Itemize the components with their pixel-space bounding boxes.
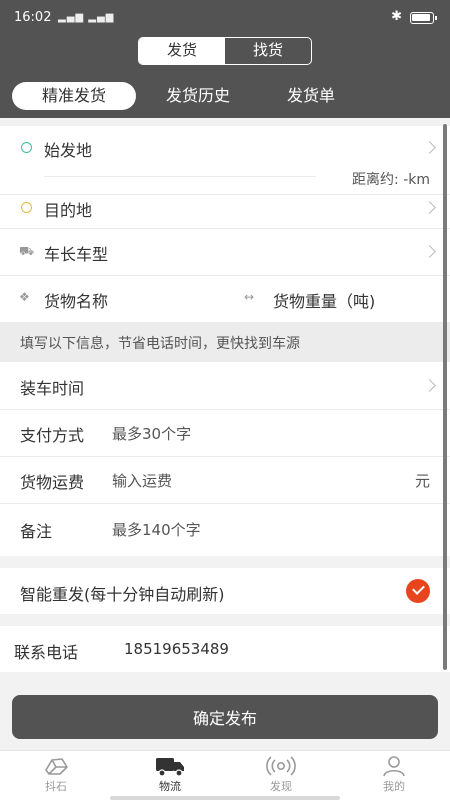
bluetooth-icon: ✱	[391, 9, 402, 24]
box-icon: ❖	[19, 290, 30, 304]
nav-label: 物流	[159, 780, 181, 793]
remark-input[interactable]: 最多140个字	[112, 519, 201, 540]
vehicle-label: 车长车型	[44, 245, 109, 264]
vehicle-row[interactable]: ⛟ 车长车型	[0, 228, 450, 275]
user-icon	[383, 756, 405, 777]
home-indicator	[110, 796, 340, 800]
freight-row: 货物运费 输入运费 元	[0, 456, 450, 503]
broadcast-icon	[266, 756, 296, 776]
hint-bar: 填写以下信息，节省电话时间，更快找到车源	[0, 322, 450, 362]
nav-label: 抖石	[45, 780, 67, 793]
destination-dot-icon	[21, 202, 32, 213]
distance-text: 距离约: -km	[352, 172, 430, 188]
segment-send-goods[interactable]: 发货	[139, 38, 225, 64]
checkbox-checked-icon[interactable]	[406, 579, 430, 603]
nav-item-discover[interactable]: 发现	[241, 755, 321, 794]
cargo-weight-field[interactable]: 货物重量（吨)	[273, 288, 375, 312]
nav-item-mine[interactable]: 我的	[354, 755, 434, 794]
confirm-publish-button[interactable]: 确定发布	[12, 695, 438, 739]
tab-precise-send[interactable]: 精准发货	[12, 82, 136, 110]
remark-label: 备注	[20, 522, 53, 541]
contact-label: 联系电话	[14, 643, 79, 662]
destination-label: 目的地	[44, 201, 93, 220]
header: 16:02 ▂▄▆ ▂▄▆ ✱ 发货 找货 精准发货 发货历史 发货单	[0, 0, 450, 118]
extra-info-card: 装车时间 支付方式 最多30个字 货物运费 输入运费 元 备注 最多140个字	[0, 362, 450, 556]
chevron-right-icon	[423, 379, 436, 392]
smart-repost-card: 智能重发(每十分钟自动刷新)	[0, 568, 450, 614]
cargo-name-field[interactable]: 货物名称	[44, 288, 108, 312]
origin-dot-icon	[21, 142, 32, 153]
contact-phone-input[interactable]: 18519653489	[124, 640, 229, 658]
destination-row[interactable]: 目的地	[0, 194, 450, 228]
nav-label: 我的	[383, 780, 405, 793]
chevron-right-icon	[423, 201, 436, 214]
remark-row: 备注 最多140个字	[0, 503, 450, 556]
contact-card: 联系电话 18519653489	[0, 626, 450, 672]
stone-icon	[45, 758, 68, 775]
tab-send-history[interactable]: 发货历史	[148, 82, 248, 110]
chevron-right-icon	[423, 245, 436, 258]
smart-repost-label: 智能重发(每十分钟自动刷新)	[20, 585, 225, 604]
freight-input[interactable]: 输入运费	[112, 470, 172, 491]
scrollbar[interactable]	[443, 124, 447, 670]
bottom-nav: 抖石 物流 发现 我的	[0, 750, 450, 800]
weight-icon: ↔	[244, 290, 255, 304]
load-time-label: 装车时间	[20, 379, 85, 398]
status-bar: 16:02 ▂▄▆ ▂▄▆ ✱	[0, 0, 450, 36]
battery-icon	[410, 12, 437, 24]
status-time: 16:02	[14, 10, 52, 25]
signal-icon: ▂▄▆ ▂▄▆	[58, 12, 115, 23]
payment-label: 支付方式	[20, 426, 85, 445]
truck-icon	[156, 758, 184, 777]
tab-waybill[interactable]: 发货单	[268, 82, 354, 110]
sub-tabs: 精准发货 发货历史 发货单	[0, 80, 450, 112]
truck-icon: ⛟	[19, 244, 35, 258]
payment-input[interactable]: 最多30个字	[112, 423, 191, 444]
hint-text: 填写以下信息，节省电话时间，更快找到车源	[20, 336, 300, 352]
nav-item-logistics[interactable]: 物流	[130, 755, 210, 794]
mode-segment: 发货 找货	[138, 37, 312, 65]
segment-find-goods[interactable]: 找货	[225, 38, 311, 64]
payment-row: 支付方式 最多30个字	[0, 409, 450, 456]
load-time-row[interactable]: 装车时间	[0, 362, 450, 409]
nav-item-doushi[interactable]: 抖石	[16, 755, 96, 794]
cargo-row: ❖ 货物名称 ↔ 货物重量（吨)	[0, 275, 450, 322]
route-card: 始发地 距离约: -km 目的地 ⛟ 车长车型 ❖ 货物名称 ↔ 货物重量（吨)	[0, 126, 450, 322]
chevron-right-icon	[423, 141, 436, 154]
freight-label: 货物运费	[20, 473, 85, 492]
divider	[44, 176, 316, 177]
origin-label: 始发地	[44, 141, 93, 160]
freight-unit: 元	[414, 472, 430, 490]
nav-label: 发现	[270, 780, 292, 793]
